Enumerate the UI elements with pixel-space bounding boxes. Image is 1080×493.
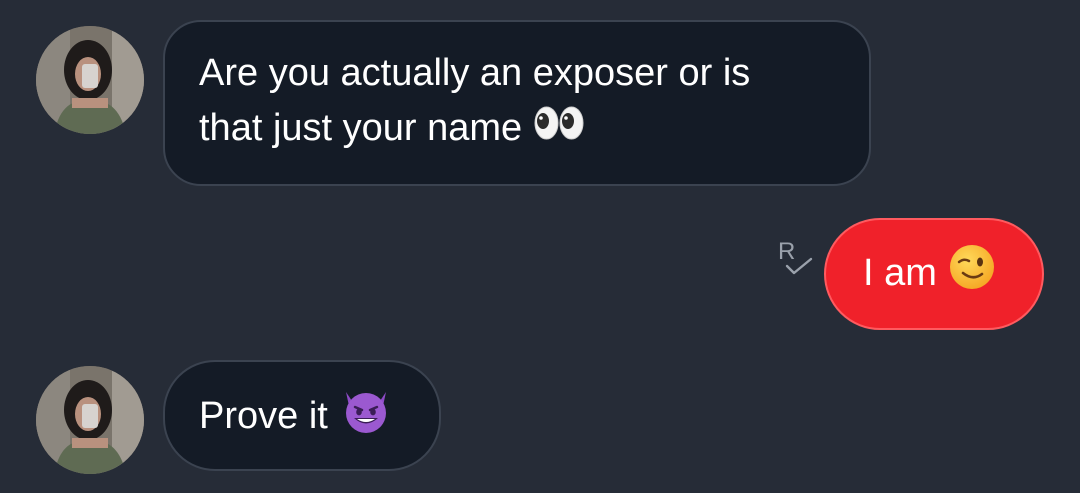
avatar[interactable] — [36, 366, 144, 474]
message-bubble-outgoing[interactable]: I am — [824, 218, 1044, 330]
check-icon — [785, 257, 813, 275]
message-text: I am — [863, 252, 937, 295]
chat-thread: Are you actually an exposer or is that j… — [0, 0, 1080, 493]
message-text-line: that just your name — [199, 101, 869, 157]
message-text: Prove it — [199, 395, 328, 438]
winking-face-emoji-icon — [949, 244, 995, 306]
message-bubble-incoming[interactable]: Prove it — [163, 360, 441, 471]
message-bubble-incoming[interactable]: Are you actually an exposer or is that j… — [163, 20, 871, 186]
avatar[interactable] — [36, 26, 144, 134]
avatar-photo — [36, 366, 144, 474]
message-text-line: Are you actually an exposer or is — [199, 52, 751, 94]
smiling-devil-emoji-icon — [340, 386, 392, 450]
avatar-photo — [36, 26, 144, 134]
read-receipt-icon: R — [778, 240, 814, 280]
eyes-emoji-icon — [534, 102, 584, 157]
